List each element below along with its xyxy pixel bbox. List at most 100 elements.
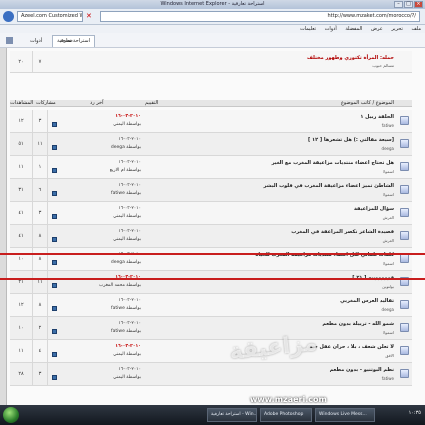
home-icon[interactable] <box>6 37 13 44</box>
goto-last-post-icon[interactable] <box>52 214 57 219</box>
goto-last-post-icon[interactable] <box>52 352 57 357</box>
views-count: ٤١ <box>18 210 24 216</box>
topic-author[interactable]: fatiwe <box>382 123 394 128</box>
last-post-date: ٢٠١٠-٠٣-١٦ <box>118 206 141 211</box>
table-row[interactable]: قصيدة الشاعر نكصر المراعقة في المغرب العر… <box>10 225 412 248</box>
table-row[interactable]: سؤال للمزاعيقة العرش ٢٠١٠-٠٣-١٦ بواسطة اليم… <box>10 202 412 225</box>
left-scroll-strip[interactable] <box>0 48 7 405</box>
start-icon[interactable] <box>3 407 19 423</box>
topic-author[interactable]: اسمولا <box>383 169 394 174</box>
topic-author[interactable]: deega <box>382 146 394 151</box>
last-post-author[interactable]: بواسطة deega <box>111 260 141 265</box>
goto-last-post-icon[interactable] <box>52 237 57 242</box>
topic-title[interactable]: حمله: المرأة تكتوري وطهور مختلف <box>307 55 394 61</box>
table-row[interactable]: لا تعلن شعف ، بلا ، حران عقل جيد الافق ٢٠١… <box>10 340 412 363</box>
goto-last-post-icon[interactable] <box>52 145 57 150</box>
goto-last-post-icon[interactable] <box>52 168 57 173</box>
goto-last-post-icon[interactable] <box>52 329 57 334</box>
table-row[interactable]: [سيعة مقالتي :) هل تشعرها [ ١٢ ] deega ٢٠١… <box>10 133 412 156</box>
topic-author[interactable]: fatiwe <box>382 376 394 381</box>
table-row[interactable]: الشاطئ تميز اعضاء مزاعيقة المغرب في قلوب… <box>10 179 412 202</box>
goto-last-post-icon[interactable] <box>52 375 57 380</box>
watermark-url: www.mzaeri.com <box>250 395 327 404</box>
table-row[interactable]: شمو الله - تربيلة بدون مطعم اسمولا ٢٠١٠-٠٣… <box>10 317 412 340</box>
topic-title[interactable]: [سيعة مقالتي :) هل تشعرها [ ١٢ ] <box>308 137 394 143</box>
topic-title[interactable]: لا تعلن شعف ، بلا ، حران عقل جيد <box>309 344 394 350</box>
last-post-author[interactable]: بواسطة اليمني <box>113 214 141 219</box>
toolbar-tools[interactable]: أدوات <box>30 37 42 45</box>
task-ie[interactable]: استراحة تعارفية - Win... <box>207 408 257 422</box>
replies-count: ١ <box>38 164 42 170</box>
last-post-author[interactable]: بواسطة fatiwe <box>111 191 141 196</box>
topic-icon <box>400 369 409 378</box>
topic-author[interactable]: اسمولا <box>383 192 394 197</box>
tab-current[interactable]: استراحة تعارفية <box>52 35 95 47</box>
last-post-author[interactable]: بواسطة اليمني <box>113 352 141 357</box>
topic-author[interactable]: الافق <box>385 353 394 358</box>
search-input[interactable]: Azeel.com Customized Web Search <box>17 11 83 22</box>
last-post-author[interactable]: بواسطة اليمني <box>113 237 141 242</box>
topic-author[interactable]: العرش <box>383 238 394 243</box>
last-post-author[interactable]: بواسطة اليمني <box>113 375 141 380</box>
topic-title[interactable]: قصيدة الشاعر نكصر المراعقة في المغرب <box>291 229 394 235</box>
topic-author[interactable]: اسمولا <box>383 261 394 266</box>
minimize-button[interactable]: – <box>394 1 403 8</box>
goto-last-post-icon[interactable] <box>52 122 57 127</box>
goto-last-post-icon[interactable] <box>52 283 57 288</box>
menu-help[interactable]: تعليمات <box>300 26 316 32</box>
task-photoshop[interactable]: Adobe Photoshop <box>260 408 312 422</box>
url-field[interactable]: http://www.mzaket.com/morocco/?/ <box>100 11 420 22</box>
replies-count: ٦ <box>38 187 42 193</box>
header-rating: التقييم <box>145 100 159 106</box>
menu-tools[interactable]: أدوات <box>325 26 337 32</box>
last-post-author[interactable]: بواسطة ام الاربع <box>110 168 141 173</box>
topic-title[interactable]: شمو الله - تربيلة بدون مطعم <box>322 321 394 327</box>
back-icon[interactable] <box>3 11 14 22</box>
topic-title[interactable]: نظم البوتنيو - بدون مطعم <box>330 367 394 373</box>
topic-title[interactable]: كلمات تلقائي لكل اعضاء منتديات مزاعيقة ا… <box>255 252 394 258</box>
topic-title[interactable]: سؤال للمزاعيقة <box>354 206 394 212</box>
menu-file[interactable]: ملف <box>411 26 421 32</box>
menu-favorites[interactable]: المفضلة <box>345 26 362 32</box>
maximize-button[interactable]: □ <box>404 1 413 8</box>
menu-view[interactable]: عرض <box>371 26 383 32</box>
last-post-date: ٢٠١٠-٠٣-١٦ <box>115 114 141 119</box>
topic-title[interactable]: الحلقة ربيل ١ <box>360 114 394 120</box>
header-last-post: آخر رد <box>90 100 104 106</box>
topic-icon <box>400 277 409 286</box>
last-post-author[interactable]: بواسطة fatiwe <box>111 306 141 311</box>
topic-title[interactable]: فوووووييه [ ٢١ ] <box>352 275 394 281</box>
table-header: الموضوع / كاتب الموضوع التقييم آخر رد مش… <box>10 100 412 107</box>
topic-title[interactable]: تقاليد العرس المغربي <box>340 298 394 304</box>
close-button[interactable]: × <box>414 1 423 8</box>
last-post-author[interactable]: بواسطة deega <box>111 145 141 150</box>
table-row[interactable]: الحلقة ربيل ١ fatiwe ٢٠١٠-٠٣-١٦ بواسطة اليم… <box>10 110 412 133</box>
topic-title[interactable]: هل تحتاج اعضاء منتديات مزاعيقة المغرب مع… <box>272 160 394 166</box>
last-post-author[interactable]: بواسطة اليمني <box>113 122 141 127</box>
task-messenger[interactable]: Windows Live Mess... <box>315 408 375 422</box>
table-row[interactable]: هل تحتاج اعضاء منتديات مزاعيقة المغرب مع… <box>10 156 412 179</box>
toolbar-page[interactable]: صفحة <box>60 37 73 45</box>
topic-author[interactable]: deega <box>382 307 394 312</box>
table-row[interactable]: كلمات تلقائي لكل اعضاء منتديات مزاعيقة ا… <box>10 248 412 271</box>
replies-count: ٢ <box>38 325 42 331</box>
last-post-author[interactable]: بواسطة محمد المغرب <box>99 283 141 288</box>
table-row[interactable]: تقاليد العرس المغربي deega ٢٠١٠-٠٣-١٦ بواسط… <box>10 294 412 317</box>
table-row[interactable]: فوووووييه [ ٢١ ] بولتوين ٢٠١٠-٠٣-١٦ بواسطة … <box>10 271 412 294</box>
goto-last-post-icon[interactable] <box>52 306 57 311</box>
taskbar: استراحة تعارفية - Win... Adobe Photoshop… <box>0 405 425 425</box>
topic-author[interactable]: العرش <box>383 215 394 220</box>
last-post-author[interactable]: بواسطة fatiwe <box>111 329 141 334</box>
replies-count: ٤ <box>38 348 42 354</box>
table-row[interactable]: حمله: المرأة تكتوري وطهور مختلف مسالم حب… <box>10 51 412 73</box>
topic-title[interactable]: الشاطئ تميز اعضاء مزاعيقة المغرب في قلوب… <box>264 183 394 189</box>
stop-icon[interactable]: ✕ <box>86 12 92 20</box>
menu-edit[interactable]: تحرير <box>391 26 403 32</box>
views-count: ١٢ <box>18 118 24 124</box>
goto-last-post-icon[interactable] <box>52 260 57 265</box>
table-row[interactable]: نظم البوتنيو - بدون مطعم fatiwe ٢٠١٠-٠٣-١٦… <box>10 363 412 386</box>
goto-last-post-icon[interactable] <box>52 191 57 196</box>
topic-author[interactable]: بولتوين <box>382 284 394 289</box>
topic-author[interactable]: اسمولا <box>383 330 394 335</box>
replies-count: ٣ <box>38 118 42 124</box>
